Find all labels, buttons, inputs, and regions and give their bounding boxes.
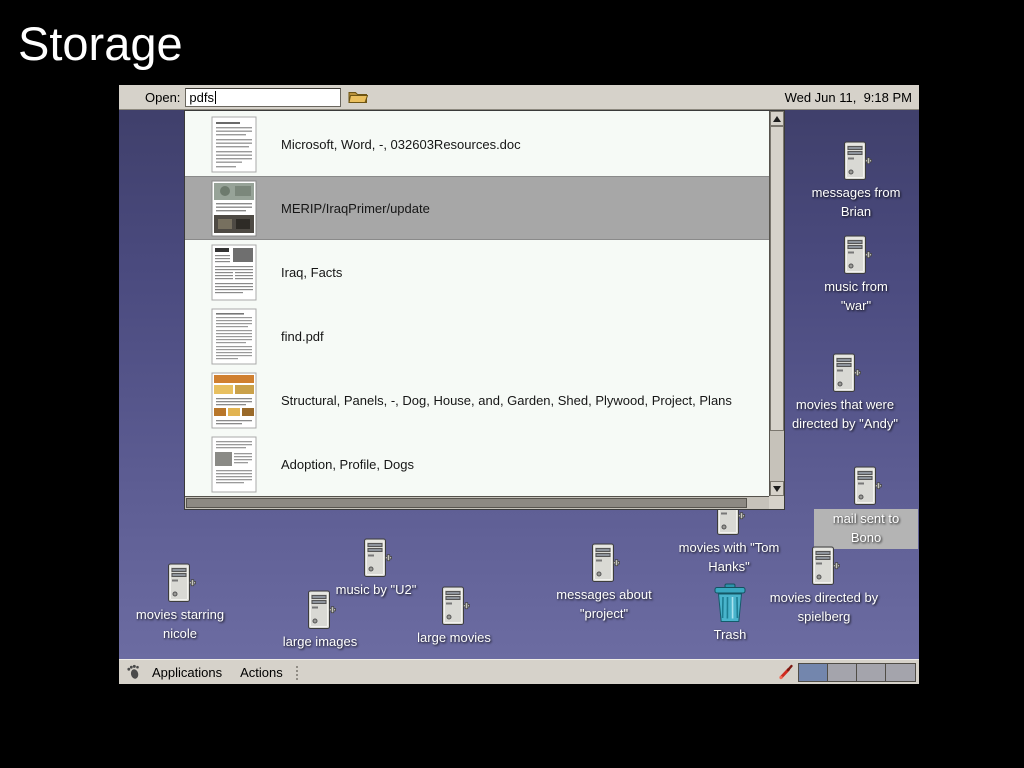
document-thumbnail bbox=[211, 244, 257, 301]
screenshot-tool-icon[interactable] bbox=[777, 663, 795, 681]
desktop-icon-mail-sent-to-bono[interactable]: mail sent to Bono bbox=[814, 466, 918, 549]
desktop-icon-movies-directed-by-andy[interactable]: movies that were directed by "Andy" bbox=[787, 353, 903, 434]
search-results-panel: Microsoft, Word, -, 032603Resources.doc … bbox=[184, 110, 785, 510]
workspace-3[interactable] bbox=[857, 664, 886, 681]
desktop-icon-label: movies that were directed by "Andy" bbox=[787, 396, 903, 434]
result-label: find.pdf bbox=[281, 329, 324, 344]
panel-drag-handle[interactable] bbox=[294, 664, 300, 680]
document-thumbnail bbox=[211, 308, 257, 365]
drive-icon bbox=[588, 543, 620, 583]
result-label: Iraq, Facts bbox=[281, 265, 342, 280]
page-title: Storage bbox=[18, 16, 183, 71]
drive-icon bbox=[360, 538, 392, 578]
desktop-icon-label: large movies bbox=[417, 629, 491, 648]
red-tool-icon bbox=[778, 664, 794, 680]
desktop-icon-music-from-war[interactable]: music from "war" bbox=[808, 235, 904, 316]
vertical-scroll-thumb[interactable] bbox=[770, 126, 784, 431]
text-caret bbox=[215, 91, 216, 104]
desktop-icon-movies-starring-nicole[interactable]: movies starring nicole bbox=[120, 563, 240, 644]
desktop-icon-label: movies starring nicole bbox=[120, 606, 240, 644]
desktop-icon-label: movies directed by spielberg bbox=[759, 589, 889, 627]
scroll-up-button[interactable] bbox=[770, 111, 784, 126]
desktop-icon-label: messages about "project" bbox=[552, 586, 656, 624]
clock: Wed Jun 11, 9:18 PM bbox=[785, 90, 912, 105]
desktop: Open: pdfs Wed Jun 11, 9:18 PM bbox=[119, 85, 919, 684]
desktop-icon-label: messages from Brian bbox=[796, 184, 916, 222]
result-label: Structural, Panels, -, Dog, House, and, … bbox=[281, 393, 732, 408]
arrow-down-icon bbox=[773, 486, 781, 492]
horizontal-scrollbar[interactable] bbox=[185, 496, 769, 509]
document-thumbnail bbox=[211, 372, 257, 429]
drive-icon bbox=[850, 466, 882, 506]
desktop-icon-large-images[interactable]: large images bbox=[265, 590, 375, 652]
gnome-menu-button[interactable] bbox=[125, 663, 143, 681]
result-label: MERIP/IraqPrimer/update bbox=[281, 201, 430, 216]
workspace-2[interactable] bbox=[828, 664, 857, 681]
open-folder-button[interactable] bbox=[346, 87, 370, 107]
open-label: Open: bbox=[145, 90, 180, 105]
open-folder-icon bbox=[348, 89, 368, 105]
drive-icon bbox=[304, 590, 336, 630]
result-row[interactable]: Structural, Panels, -, Dog, House, and, … bbox=[185, 368, 769, 432]
workspace-switcher bbox=[798, 663, 916, 682]
desktop-icon-trash[interactable]: Trash bbox=[690, 583, 770, 645]
desktop-icon-messages-from-brian[interactable]: messages from Brian bbox=[796, 141, 916, 222]
document-thumbnail bbox=[211, 180, 257, 237]
search-input[interactable]: pdfs bbox=[185, 88, 341, 107]
top-search-bar: Open: pdfs Wed Jun 11, 9:18 PM bbox=[119, 85, 919, 110]
drive-icon bbox=[829, 353, 861, 393]
result-row[interactable]: Microsoft, Word, -, 032603Resources.doc bbox=[185, 112, 769, 176]
desktop-icon-label: mail sent to Bono bbox=[814, 509, 918, 549]
result-row-selected[interactable]: MERIP/IraqPrimer/update bbox=[185, 176, 769, 240]
result-row[interactable]: Adoption, Profile, Dogs bbox=[185, 432, 769, 496]
result-row[interactable]: Iraq, Facts bbox=[185, 240, 769, 304]
workspace-4[interactable] bbox=[886, 664, 915, 681]
drive-icon bbox=[840, 141, 872, 181]
document-thumbnail bbox=[211, 436, 257, 493]
menu-actions[interactable]: Actions bbox=[231, 660, 292, 684]
results-list: Microsoft, Word, -, 032603Resources.doc … bbox=[185, 112, 769, 496]
horizontal-scroll-thumb[interactable] bbox=[186, 498, 747, 508]
result-label: Adoption, Profile, Dogs bbox=[281, 457, 414, 472]
drive-icon bbox=[164, 563, 196, 603]
workspace-1[interactable] bbox=[799, 664, 828, 681]
document-thumbnail bbox=[211, 116, 257, 173]
gnome-foot-icon bbox=[126, 664, 142, 680]
scrollbar-corner bbox=[769, 496, 784, 509]
desktop-icon-label: large images bbox=[283, 633, 357, 652]
desktop-icon-movies-directed-by-spielberg[interactable]: movies directed by spielberg bbox=[759, 546, 889, 627]
desktop-icon-label: music from "war" bbox=[808, 278, 904, 316]
vertical-scrollbar[interactable] bbox=[769, 111, 784, 496]
desktop-icon-large-movies[interactable]: large movies bbox=[399, 586, 509, 648]
menu-applications[interactable]: Applications bbox=[143, 660, 231, 684]
result-row[interactable]: find.pdf bbox=[185, 304, 769, 368]
result-label: Microsoft, Word, -, 032603Resources.doc bbox=[281, 137, 521, 152]
drive-icon bbox=[808, 546, 840, 586]
bottom-panel: Applications Actions bbox=[119, 659, 919, 684]
desktop-icon-label: Trash bbox=[714, 626, 747, 645]
trash-icon bbox=[712, 583, 748, 623]
drive-icon bbox=[840, 235, 872, 275]
desktop-icon-messages-about-project[interactable]: messages about "project" bbox=[552, 543, 656, 624]
scroll-down-button[interactable] bbox=[770, 481, 784, 496]
arrow-up-icon bbox=[773, 116, 781, 122]
drive-icon bbox=[438, 586, 470, 626]
search-input-value: pdfs bbox=[189, 90, 214, 105]
